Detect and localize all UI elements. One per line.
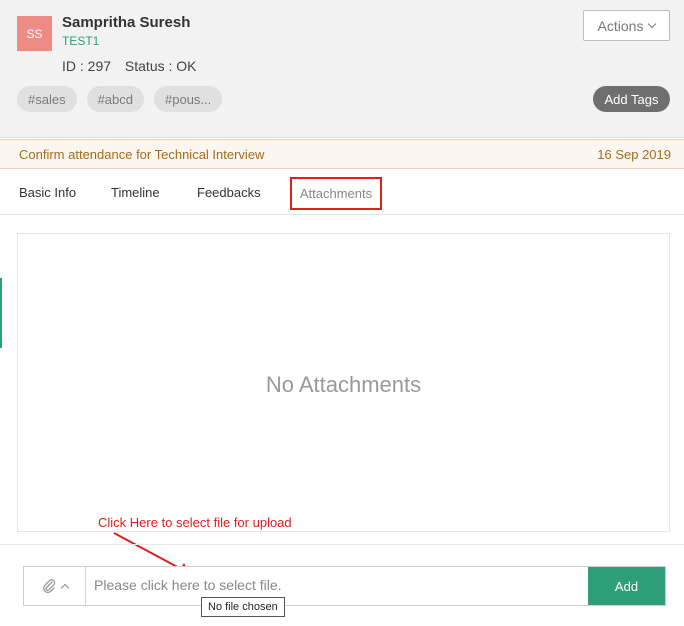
attachment-toggle[interactable] (24, 567, 86, 605)
file-tooltip: No file chosen (201, 597, 285, 617)
bottom-divider (0, 544, 684, 545)
annotation-arrow (113, 532, 190, 574)
upload-bar: Please click here to select file. Add (23, 566, 666, 606)
candidate-detail-panel: SS Sampritha Suresh TEST1 ID : 297 Statu… (0, 0, 684, 626)
add-button[interactable]: Add (588, 567, 665, 605)
arrow-shaft (113, 532, 184, 571)
file-select-input[interactable]: Please click here to select file. (94, 577, 282, 593)
paperclip-icon (42, 579, 55, 594)
chevron-up-icon (60, 583, 69, 592)
